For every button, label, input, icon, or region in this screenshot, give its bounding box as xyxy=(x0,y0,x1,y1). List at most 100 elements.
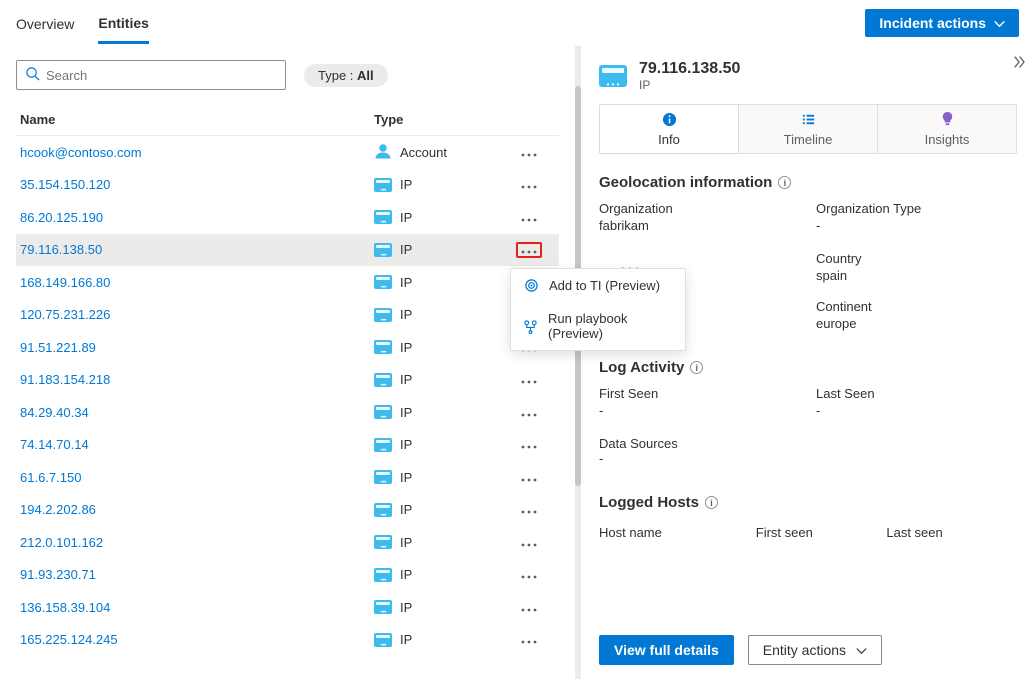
ellipsis-icon[interactable] xyxy=(521,470,537,485)
ellipsis-icon[interactable] xyxy=(521,502,537,517)
table-row[interactable]: 74.14.70.14IP xyxy=(16,429,559,462)
table-row[interactable]: 212.0.101.162IP xyxy=(16,526,559,559)
entity-tab-timeline[interactable]: Timeline xyxy=(738,105,877,153)
hosts-columns: Host name First seen Last seen xyxy=(599,521,1017,552)
entity-name-link[interactable]: 91.51.221.89 xyxy=(16,340,374,355)
ellipsis-icon[interactable] xyxy=(516,242,542,258)
ellipsis-icon[interactable] xyxy=(521,600,537,615)
orgtype-value: - xyxy=(816,218,1017,233)
ellipsis-icon[interactable] xyxy=(521,405,537,420)
table-row[interactable]: hcook@contoso.comAccount xyxy=(16,136,559,169)
menu-add-to-ti[interactable]: Add to TI (Preview) xyxy=(511,269,685,302)
entity-name-link[interactable]: 91.93.230.71 xyxy=(16,567,374,582)
org-label: Organization xyxy=(599,201,800,216)
table-row[interactable]: 136.158.39.104IP xyxy=(16,591,559,624)
menu-run-playbook[interactable]: Run playbook (Preview) xyxy=(511,302,685,350)
entity-name-link[interactable]: 86.20.125.190 xyxy=(16,210,374,225)
table-row[interactable]: 91.51.221.89IP xyxy=(16,331,559,364)
table-row[interactable]: 61.6.7.150IP xyxy=(16,461,559,494)
ellipsis-icon[interactable] xyxy=(521,535,537,550)
search-input-container[interactable] xyxy=(16,60,286,90)
row-actions-button[interactable] xyxy=(514,145,544,160)
entity-tabs: Info Timeline Insights xyxy=(599,104,1017,154)
row-actions-button[interactable] xyxy=(514,405,544,420)
firstseen-label: First Seen xyxy=(599,386,800,401)
ip-icon xyxy=(374,503,392,517)
entity-name-link[interactable]: hcook@contoso.com xyxy=(16,145,374,160)
table-row[interactable]: 86.20.125.190IP xyxy=(16,201,559,234)
table-row[interactable]: 120.75.231.226IP xyxy=(16,299,559,332)
ellipsis-icon[interactable] xyxy=(521,177,537,192)
ip-icon xyxy=(374,243,392,257)
row-actions-button[interactable] xyxy=(514,600,544,615)
table-row[interactable]: 84.29.40.34IP xyxy=(16,396,559,429)
ip-icon xyxy=(374,438,392,452)
table-row[interactable]: 91.93.230.71IP xyxy=(16,559,559,592)
orgtype-label: Organization Type xyxy=(816,201,1017,216)
row-actions-button[interactable] xyxy=(514,177,544,192)
filter-prefix: Type : xyxy=(318,68,357,83)
table-row[interactable]: 91.183.154.218IP xyxy=(16,364,559,397)
row-actions-button[interactable] xyxy=(514,502,544,517)
row-actions-button[interactable] xyxy=(514,242,544,258)
search-input[interactable] xyxy=(46,68,277,83)
entity-name-link[interactable]: 212.0.101.162 xyxy=(16,535,374,550)
tab-overview[interactable]: Overview xyxy=(16,4,74,42)
entity-type-cell: IP xyxy=(374,177,514,192)
entity-actions-button[interactable]: Entity actions xyxy=(748,635,882,665)
row-actions-button[interactable] xyxy=(514,567,544,582)
col-header-name[interactable]: Name xyxy=(16,112,374,127)
table-row[interactable]: 194.2.202.86IP xyxy=(16,494,559,527)
continent-label: Continent xyxy=(816,299,1017,314)
ip-icon xyxy=(374,535,392,549)
table-row[interactable]: 168.149.166.80IP xyxy=(16,266,559,299)
row-actions-button[interactable] xyxy=(514,210,544,225)
entity-name-link[interactable]: 35.154.150.120 xyxy=(16,177,374,192)
entity-name-link[interactable]: 136.158.39.104 xyxy=(16,600,374,615)
row-actions-button[interactable] xyxy=(514,470,544,485)
row-actions-button[interactable] xyxy=(514,535,544,550)
table-row[interactable]: 79.116.138.50IP xyxy=(16,234,559,267)
info-icon[interactable]: i xyxy=(705,496,718,509)
ip-icon xyxy=(374,210,392,224)
menu-run-playbook-label: Run playbook (Preview) xyxy=(548,311,673,341)
tab-entities[interactable]: Entities xyxy=(98,3,149,44)
entity-name-link[interactable]: 168.149.166.80 xyxy=(16,275,374,290)
entity-name-link[interactable]: 79.116.138.50 xyxy=(16,242,374,257)
ellipsis-icon[interactable] xyxy=(521,632,537,647)
entity-name-link[interactable]: 120.75.231.226 xyxy=(16,307,374,322)
ellipsis-icon[interactable] xyxy=(521,372,537,387)
entity-name-link[interactable]: 74.14.70.14 xyxy=(16,437,374,452)
country-label: Country xyxy=(816,251,1017,266)
entity-tab-insights[interactable]: Insights xyxy=(877,105,1016,153)
view-full-details-button[interactable]: View full details xyxy=(599,635,734,665)
entity-tab-info[interactable]: Info xyxy=(600,105,738,153)
ellipsis-icon[interactable] xyxy=(521,145,537,160)
ellipsis-icon[interactable] xyxy=(521,437,537,452)
row-context-menu: Add to TI (Preview) Run playbook (Previe… xyxy=(510,268,686,351)
entity-name-link[interactable]: 61.6.7.150 xyxy=(16,470,374,485)
entity-name-link[interactable]: 165.225.124.245 xyxy=(16,632,374,647)
entity-type-cell: IP xyxy=(374,307,514,322)
entity-name-link[interactable]: 91.183.154.218 xyxy=(16,372,374,387)
ip-icon xyxy=(374,470,392,484)
incident-actions-button[interactable]: Incident actions xyxy=(865,9,1019,37)
filter-value: All xyxy=(357,68,374,83)
chevron-down-icon xyxy=(994,15,1005,31)
entity-name-link[interactable]: 194.2.202.86 xyxy=(16,502,374,517)
table-row[interactable]: 165.225.124.245IP xyxy=(16,624,559,657)
table-row[interactable]: 35.154.150.120IP xyxy=(16,169,559,202)
info-icon[interactable]: i xyxy=(690,361,703,374)
info-icon[interactable]: i xyxy=(778,176,791,189)
row-actions-button[interactable] xyxy=(514,437,544,452)
ellipsis-icon[interactable] xyxy=(521,210,537,225)
entity-name-link[interactable]: 84.29.40.34 xyxy=(16,405,374,420)
ip-icon xyxy=(374,600,392,614)
type-filter-pill[interactable]: Type : All xyxy=(304,64,388,87)
col-header-type[interactable]: Type xyxy=(374,112,514,127)
row-actions-button[interactable] xyxy=(514,632,544,647)
ellipsis-icon[interactable] xyxy=(521,567,537,582)
log-activity-title: Log Activity i xyxy=(599,359,1017,376)
datasources-label: Data Sources xyxy=(599,436,1017,451)
row-actions-button[interactable] xyxy=(514,372,544,387)
